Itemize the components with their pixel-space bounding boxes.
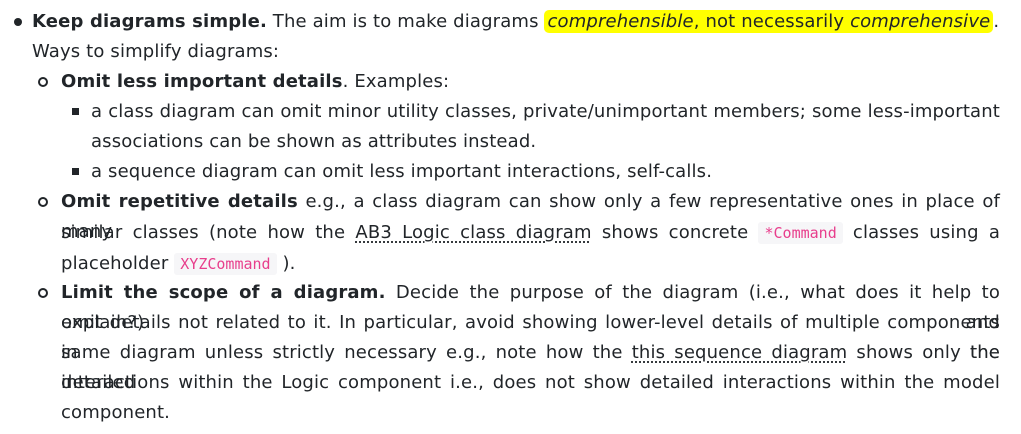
subitem-omit-less-important: Omit less important details. Examples: [61, 67, 449, 97]
square-bullet [72, 108, 79, 115]
example-class-diagram-line1: a class diagram can omit minor utility c… [91, 101, 1000, 122]
item-bold-heading: Keep diagrams simple. [32, 11, 267, 32]
emphasis-comprehensive: comprehensive [850, 11, 991, 32]
subitem-text: ). [276, 253, 296, 274]
subitem-text: classes using a [842, 222, 1001, 243]
subitem-text: shows concrete [591, 222, 759, 243]
this-sequence-diagram-link[interactable]: this sequence diagram [632, 342, 848, 363]
subitem-omit-repetitive-line1: Omit repetitive details e.g., a class di… [61, 187, 1000, 242]
highlighted-phrase: comprehensible, not necessarily comprehe… [544, 10, 994, 33]
example-sequence-diagram: a sequence diagram can omit less importa… [91, 161, 713, 182]
ab3-logic-class-diagram-link[interactable]: AB3 Logic class diagram [355, 222, 591, 243]
subitem-limit-scope-line4: interactions within the Logic component … [61, 372, 1000, 393]
subitem-bold-heading: Limit the scope of a diagram. [61, 282, 386, 303]
subitem-limit-scope-line3: same diagram unless strictly necessary e… [61, 338, 1000, 393]
subitem-text: . Examples: [342, 71, 450, 92]
ways-intro: Ways to simplify diagrams: [32, 41, 280, 62]
circle-bullet [38, 197, 48, 207]
subitem-text: same diagram unless strictly necessary e… [61, 342, 632, 363]
inline-code-command: *Command [758, 222, 843, 244]
subitem-limit-scope-line1: Limit the scope of a diagram. Decide the… [61, 278, 1000, 333]
subitem-bold-heading: Omit repetitive details [61, 191, 298, 212]
subitem-omit-repetitive-line2: similar classes (note how the AB3 Logic … [61, 218, 1000, 248]
subitem-text: placeholder [61, 253, 175, 274]
item-keep-diagrams-simple: Keep diagrams simple. The aim is to make… [32, 7, 999, 37]
subitem-limit-scope-line5: component. [61, 402, 171, 423]
circle-bullet [38, 77, 48, 87]
item-text: The aim is to make diagrams [266, 11, 545, 32]
circle-bullet [38, 288, 48, 298]
subitem-text: similar classes (note how the [61, 222, 356, 243]
subitem-omit-repetitive-line3: placeholder XYZCommand ). [61, 249, 296, 279]
disc-bullet [14, 18, 22, 26]
top-mask [0, 0, 1021, 5]
square-bullet [72, 168, 79, 175]
example-class-diagram-line2: associations can be shown as attributes … [91, 131, 537, 152]
highlight-mid-text: , not necessarily [693, 11, 851, 32]
emphasis-comprehensible: comprehensible [547, 11, 694, 32]
inline-code-xyzcommand: XYZCommand [174, 253, 277, 275]
subitem-bold-heading: Omit less important details [61, 71, 343, 92]
item-end-text: . [993, 11, 1000, 32]
subitem-limit-scope-line2: omit details not related to it. In parti… [61, 312, 1000, 363]
